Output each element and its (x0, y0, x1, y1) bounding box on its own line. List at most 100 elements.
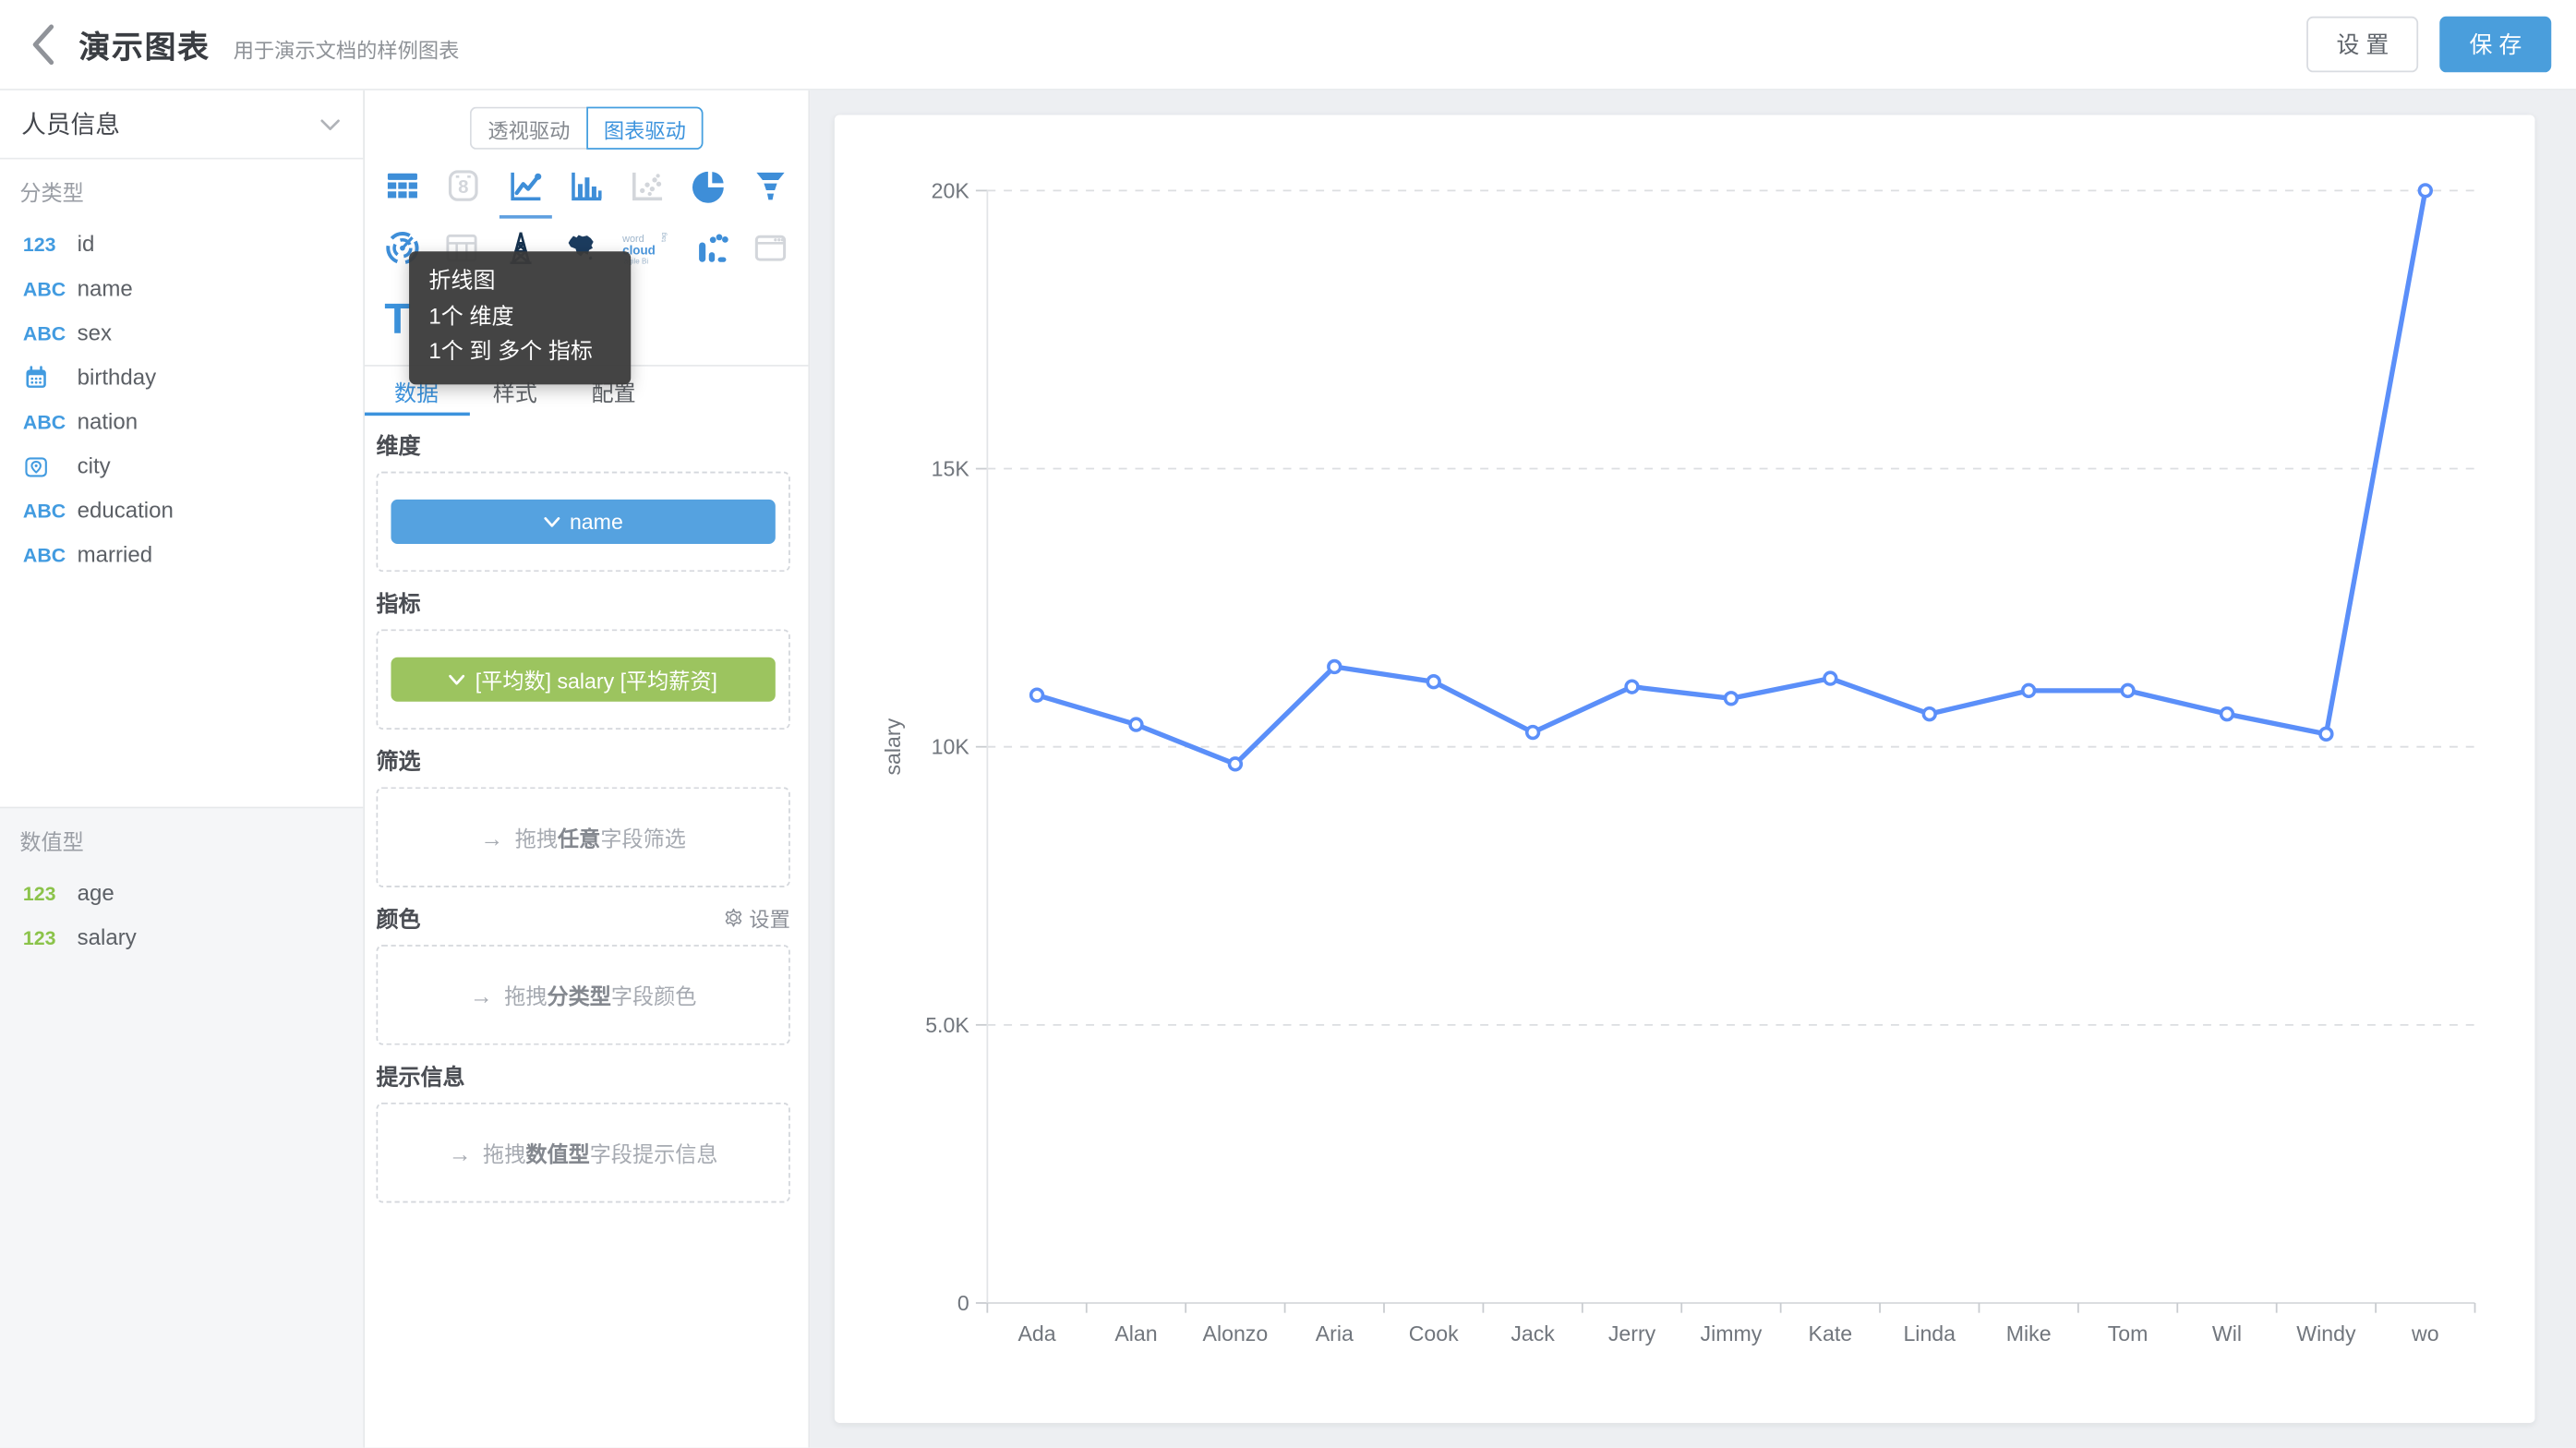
field-row-age[interactable]: 123age (0, 871, 363, 915)
color-drop-hint: →拖拽分类型字段颜色 (470, 979, 697, 1010)
table-chart-icon[interactable] (383, 166, 423, 206)
header: 演示图表 用于演示文档的样例图表 设 置 保 存 (0, 0, 2576, 90)
svg-text:Aria: Aria (1316, 1321, 1354, 1345)
waterfall-chart-icon[interactable] (692, 228, 731, 268)
svg-text:Cook: Cook (1409, 1321, 1459, 1345)
text-chart-icon[interactable]: T (384, 294, 410, 343)
chevron-down-icon (319, 115, 342, 132)
svg-text:5.0K: 5.0K (925, 1013, 969, 1037)
svg-text:Mike: Mike (2006, 1321, 2052, 1345)
dimension-section-title: 维度 (376, 428, 420, 461)
field-row-city[interactable]: city (0, 443, 363, 488)
field-section-title: 数值型 (19, 825, 363, 856)
svg-text:Kate: Kate (1809, 1321, 1853, 1345)
filter-drop-hint: →拖拽任意字段筛选 (480, 822, 685, 853)
svg-text:0: 0 (957, 1291, 969, 1315)
gear-icon (723, 906, 744, 927)
field-label: name (78, 276, 133, 301)
text-type-icon: ABC (23, 277, 78, 300)
field-row-id[interactable]: 123id (0, 222, 363, 266)
svg-text:Ada: Ada (1017, 1321, 1055, 1345)
gauge-chart-icon[interactable]: 8 (444, 166, 484, 206)
field-label: nation (78, 409, 138, 434)
dimension-drop-zone[interactable]: name (376, 472, 789, 573)
svg-text:Linda: Linda (1903, 1321, 1956, 1345)
color-section-title: 颜色 (376, 900, 420, 934)
field-label: married (78, 542, 152, 567)
mode-pivot-driven[interactable]: 透视驱动 (470, 107, 586, 150)
text-type-icon: ABC (23, 321, 78, 344)
page-title: 演示图表 (78, 22, 210, 66)
tooltip-drop-zone[interactable]: →拖拽数值型字段提示信息 (376, 1103, 789, 1203)
chart-card: 05.0K10K15K20KAdaAlanAlonzoAriaCookJackJ… (835, 115, 2535, 1423)
metric-chip-salary[interactable]: [平均数] salary [平均薪资] (391, 658, 775, 702)
back-button[interactable] (25, 19, 67, 68)
field-label: city (78, 453, 111, 478)
svg-text:Tom: Tom (2108, 1321, 2149, 1345)
chevron-left-icon (25, 19, 67, 69)
line-chart-icon[interactable] (505, 166, 545, 206)
settings-button[interactable]: 设 置 (2307, 17, 2419, 72)
save-button[interactable]: 保 存 (2439, 17, 2551, 72)
tooltip-line: 1个 维度 (428, 298, 611, 333)
tooltip-line: 1个 到 多个 指标 (428, 333, 611, 368)
field-label: salary (78, 925, 137, 950)
numeric-fields-section: 数值型123age123salary (0, 808, 363, 1447)
metric-drop-zone[interactable]: [平均数] salary [平均薪资] (376, 629, 789, 730)
svg-text:15K: 15K (932, 457, 970, 481)
svg-text:20K: 20K (932, 178, 970, 202)
field-row-sex[interactable]: ABCsex (0, 310, 363, 355)
scatter-chart-icon[interactable] (628, 166, 668, 206)
metric-section-title: 指标 (376, 585, 420, 618)
line-chart[interactable]: 05.0K10K15K20KAdaAlanAlonzoAriaCookJackJ… (835, 115, 2535, 1423)
tooltip-drop-hint: →拖拽数值型字段提示信息 (449, 1137, 718, 1168)
browser-chart-icon[interactable] (751, 228, 790, 268)
data-tab-content: 维度 name 指标 (365, 416, 808, 1202)
svg-text:Windy: Windy (2296, 1321, 2356, 1345)
dimension-chip-name[interactable]: name (391, 500, 775, 544)
field-row-nation[interactable]: ABCnation (0, 399, 363, 443)
svg-text:Jerry: Jerry (1608, 1321, 1656, 1345)
svg-text:Jimmy: Jimmy (1701, 1321, 1763, 1345)
field-label: age (78, 881, 114, 906)
filter-section-title: 筛选 (376, 742, 420, 776)
svg-text:Alan: Alan (1114, 1321, 1157, 1345)
text-type-icon: ABC (23, 499, 78, 522)
tooltip-section-title: 提示信息 (376, 1058, 464, 1092)
field-label: sex (78, 320, 112, 345)
field-label: id (78, 232, 95, 257)
mode-toggle: 透视驱动 图表驱动 (470, 107, 704, 150)
drag-arrow-icon: → (480, 824, 503, 850)
svg-text:8: 8 (459, 176, 469, 198)
field-row-education[interactable]: ABCeducation (0, 488, 363, 532)
number-type-icon: 123 (23, 882, 78, 905)
dataset-selector[interactable]: 人员信息 (0, 90, 363, 160)
field-section-title: 分类型 (19, 175, 363, 207)
pie-chart-icon[interactable] (690, 166, 729, 206)
chart-editor-app: 演示图表 用于演示文档的样例图表 设 置 保 存 人员信息 分类型123idAB… (0, 0, 2576, 1448)
color-drop-zone[interactable]: →拖拽分类型字段颜色 (376, 945, 789, 1045)
field-row-name[interactable]: ABCname (0, 266, 363, 310)
chevron-down-icon (543, 515, 560, 528)
tooltip-title: 折线图 (428, 263, 611, 298)
chevron-down-icon (449, 673, 465, 686)
dataset-name: 人员信息 (21, 107, 319, 141)
active-tab-underline (365, 412, 470, 416)
number-type-icon: 123 (23, 926, 78, 949)
field-row-salary[interactable]: 123salary (0, 915, 363, 959)
bar-chart-icon[interactable] (567, 166, 607, 206)
funnel-chart-icon[interactable] (751, 166, 790, 206)
field-row-birthday[interactable]: birthday (0, 355, 363, 399)
chart-config-panel: 透视驱动 图表驱动 8 wordtagcloudagile Bi T 数据样式配… (365, 90, 810, 1448)
filter-drop-zone[interactable]: →拖拽任意字段筛选 (376, 787, 789, 887)
chart-type-row-1: 8 (383, 166, 790, 206)
svg-text:salary: salary (881, 718, 905, 775)
location-icon (23, 452, 78, 478)
calendar-icon (23, 364, 78, 390)
chart-type-tooltip: 折线图 1个 维度 1个 到 多个 指标 (409, 251, 631, 383)
mode-chart-driven[interactable]: 图表驱动 (586, 107, 703, 150)
field-row-married[interactable]: ABCmarried (0, 532, 363, 576)
drag-arrow-icon: → (449, 1140, 472, 1165)
page-subtitle: 用于演示文档的样例图表 (234, 33, 460, 65)
color-settings-action[interactable]: 设置 (723, 901, 790, 933)
